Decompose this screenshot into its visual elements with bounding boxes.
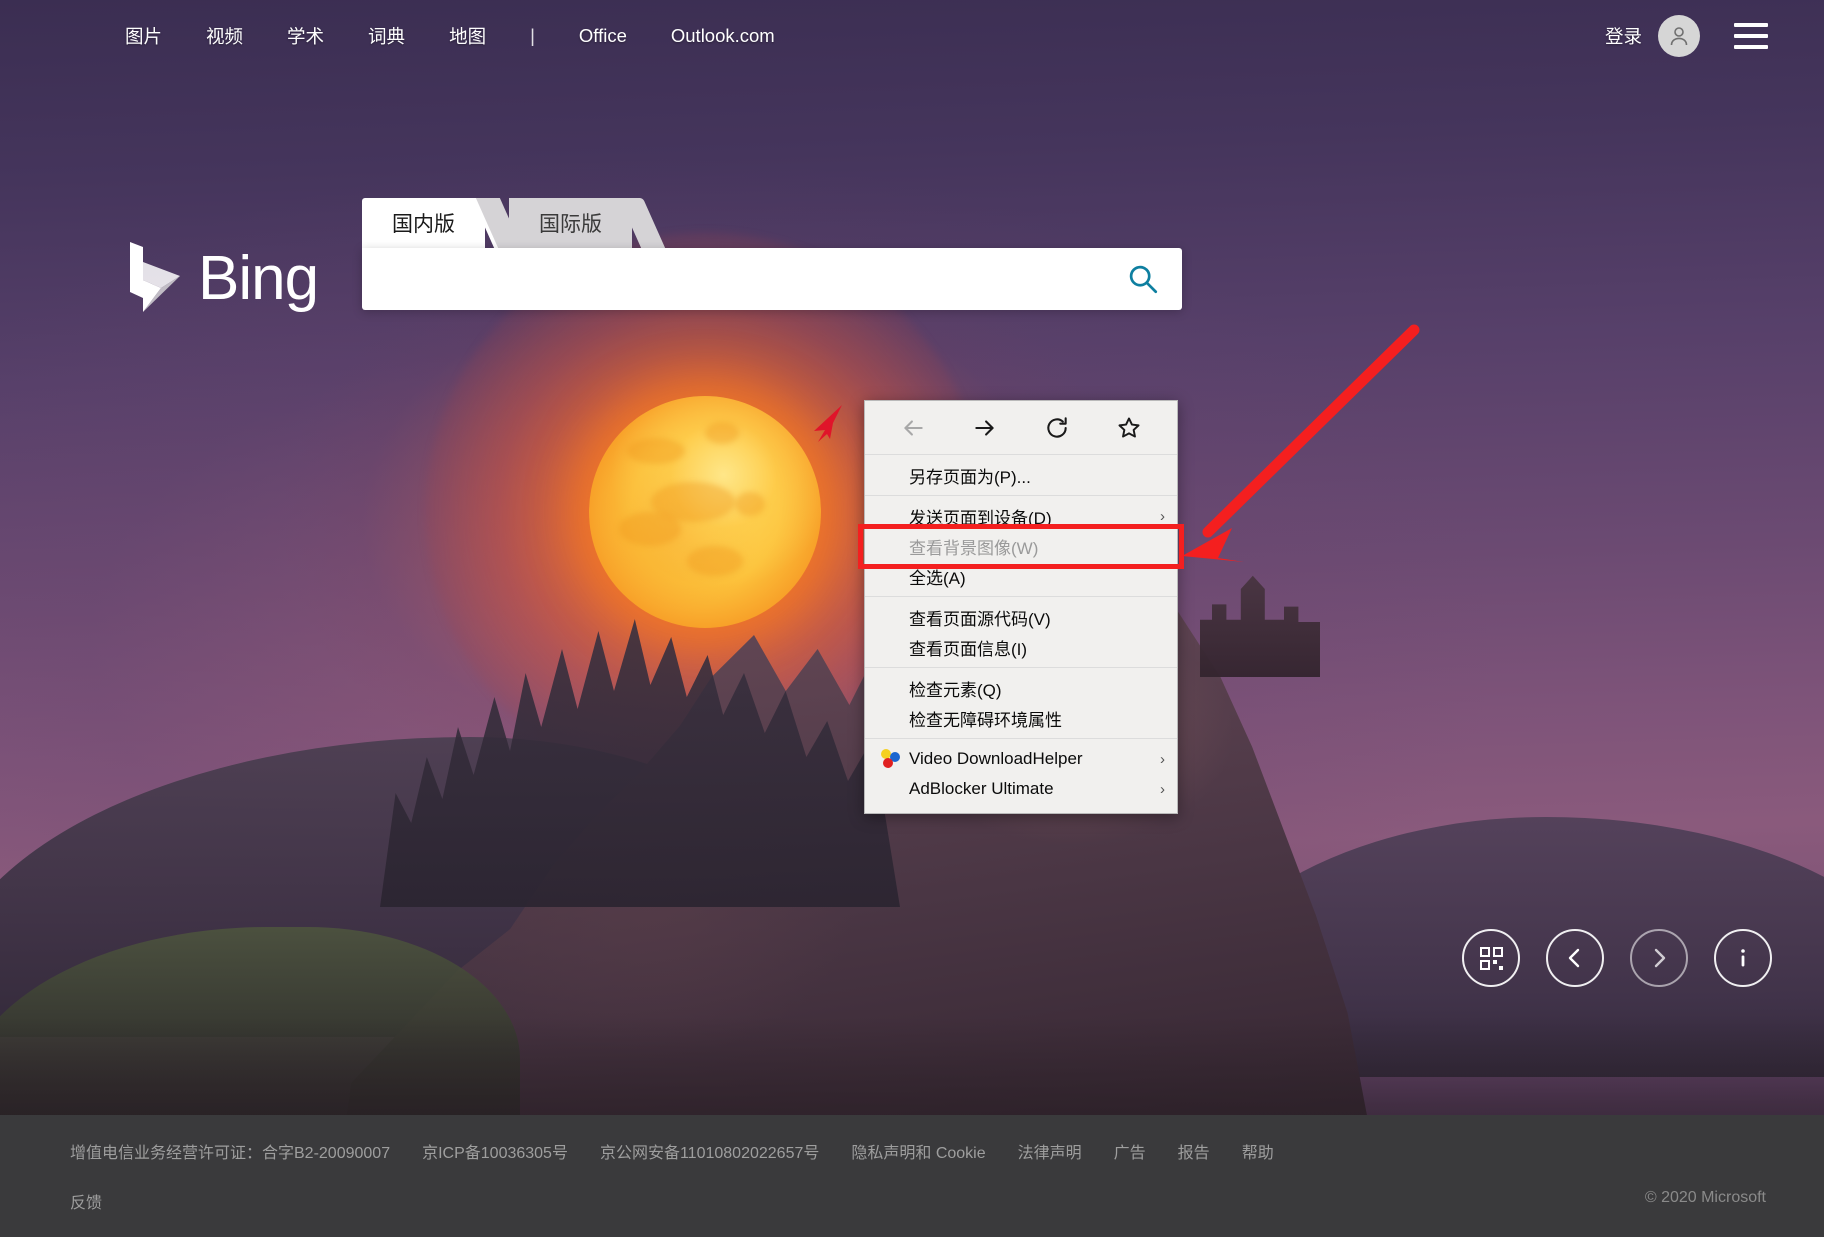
chevron-left-icon — [1568, 948, 1580, 968]
tab-international-label: 国际版 — [539, 213, 602, 236]
footer-advertise[interactable]: 广告 — [1114, 1139, 1146, 1163]
nav-office[interactable]: Office — [579, 25, 627, 47]
footer-public-security[interactable]: 京公网安备11010802022657号 — [600, 1139, 819, 1163]
search-magnifier-icon — [1129, 265, 1158, 294]
bing-logo[interactable]: Bing — [128, 240, 319, 318]
nav-dictionary[interactable]: 词典 — [368, 23, 405, 49]
menu-inspect-accessibility[interactable]: 检查无障碍环境属性 — [865, 703, 1177, 733]
menu-save-page-as[interactable]: 另存页面为(P)... — [865, 460, 1177, 490]
top-navigation-bar: 图片 视频 学术 词典 地图 | Office Outlook.com 登录 — [0, 0, 1824, 72]
menu-video-downloadhelper-label: Video DownloadHelper — [909, 749, 1083, 768]
btn-qr-code[interactable] — [1462, 929, 1520, 987]
footer-help[interactable]: 帮助 — [1242, 1139, 1274, 1163]
nav-links-group: 图片 视频 学术 词典 地图 | Office Outlook.com — [125, 23, 819, 49]
search-bar — [362, 248, 1182, 310]
nav-academic[interactable]: 学术 — [287, 23, 324, 49]
footer-report[interactable]: 报告 — [1178, 1139, 1210, 1163]
footer-legal[interactable]: 法律声明 — [1018, 1139, 1082, 1163]
bing-homepage: 图片 视频 学术 词典 地图 | Office Outlook.com 登录 B… — [0, 0, 1824, 1237]
menu-video-downloadhelper[interactable]: Video DownloadHelper › — [865, 744, 1177, 774]
context-menu-group-2: 发送页面到设备(D) › 查看背景图像(W) 全选(A) — [865, 495, 1177, 596]
footer-telecom-license: 增值电信业务经营许可证：合字B2-20090007 — [70, 1145, 391, 1162]
account-group: 登录 — [1605, 15, 1768, 57]
tab-domestic-label: 国内版 — [392, 213, 455, 236]
search-submit-button[interactable] — [1104, 249, 1182, 309]
menu-view-page-info-label: 查看页面信息(I) — [909, 639, 1028, 659]
nav-videos[interactable]: 视频 — [206, 23, 243, 49]
menu-view-page-source-label: 查看页面源代码(V) — [909, 609, 1051, 629]
search-version-tabs: 国内版 国际版 — [362, 198, 1182, 248]
btn-next-image[interactable] — [1630, 929, 1688, 987]
footer-links-row-1: 增值电信业务经营许可证：合字B2-20090007 京ICP备10036305号… — [70, 1139, 1306, 1163]
moon — [589, 396, 821, 628]
nav-outlook[interactable]: Outlook.com — [671, 25, 775, 47]
footer-privacy-cookies[interactable]: 隐私声明和 Cookie — [851, 1139, 985, 1163]
context-menu-nav-row — [865, 401, 1177, 455]
video-downloadhelper-icon — [881, 749, 901, 769]
menu-adblocker-ultimate-label: AdBlocker Ultimate — [909, 779, 1054, 798]
page-footer: 增值电信业务经营许可证：合字B2-20090007 京ICP备10036305号… — [0, 1115, 1824, 1237]
reload-icon[interactable] — [1034, 408, 1080, 448]
info-icon — [1741, 949, 1745, 967]
context-menu-group-4: 检查元素(Q) 检查无障碍环境属性 — [865, 667, 1177, 738]
adblocker-ultimate-shield-icon — [881, 779, 901, 799]
menu-inspect-accessibility-label: 检查无障碍环境属性 — [909, 710, 1062, 730]
background-image-controls — [1462, 929, 1772, 987]
nav-separator: | — [530, 25, 535, 46]
menu-select-all[interactable]: 全选(A) — [865, 561, 1177, 591]
footer-links-row-2: 反馈 — [70, 1189, 134, 1213]
menu-select-all-label: 全选(A) — [909, 568, 966, 588]
footer-icp[interactable]: 京ICP备10036305号 — [422, 1139, 568, 1163]
menu-view-background-image-label: 查看背景图像(W) — [909, 538, 1039, 558]
context-menu-group-3: 查看页面源代码(V) 查看页面信息(I) — [865, 596, 1177, 667]
menu-view-page-info[interactable]: 查看页面信息(I) — [865, 632, 1177, 662]
back-arrow-icon[interactable] — [890, 408, 936, 448]
tab-domestic[interactable]: 国内版 — [362, 198, 485, 248]
menu-view-background-image: 查看背景图像(W) — [865, 531, 1177, 561]
user-avatar-icon[interactable] — [1658, 15, 1700, 57]
btn-image-info[interactable] — [1714, 929, 1772, 987]
forward-arrow-icon[interactable] — [962, 408, 1008, 448]
search-area: 国内版 国际版 — [362, 198, 1182, 310]
chevron-right-icon: › — [1160, 750, 1165, 768]
browser-context-menu: 另存页面为(P)... 发送页面到设备(D) › 查看背景图像(W) 全选(A)… — [864, 400, 1178, 814]
footer-copyright: © 2020 Microsoft — [1644, 1189, 1766, 1206]
search-input[interactable] — [362, 249, 1104, 309]
menu-send-page-to-device[interactable]: 发送页面到设备(D) › — [865, 501, 1177, 531]
context-menu-group-1: 另存页面为(P)... — [865, 455, 1177, 495]
star-bookmark-icon[interactable] — [1106, 408, 1152, 448]
hamburger-menu-icon[interactable] — [1734, 23, 1768, 49]
chevron-right-icon: › — [1160, 780, 1165, 798]
chevron-right-icon — [1654, 948, 1666, 968]
tab-international[interactable]: 国际版 — [509, 198, 632, 248]
sign-in-link[interactable]: 登录 — [1605, 23, 1642, 49]
menu-send-page-to-device-label: 发送页面到设备(D) — [909, 508, 1052, 528]
menu-view-page-source[interactable]: 查看页面源代码(V) — [865, 602, 1177, 632]
nav-images[interactable]: 图片 — [125, 23, 162, 49]
qr-code-icon — [1479, 946, 1503, 970]
menu-adblocker-ultimate[interactable]: AdBlocker Ultimate › — [865, 774, 1177, 804]
chevron-right-icon: › — [1160, 507, 1165, 525]
context-menu-group-extensions: Video DownloadHelper › AdBlocker Ultimat… — [865, 738, 1177, 809]
menu-inspect-element[interactable]: 检查元素(Q) — [865, 673, 1177, 703]
bing-logo-text: Bing — [198, 244, 319, 313]
menu-inspect-element-label: 检查元素(Q) — [909, 680, 1002, 700]
nav-maps[interactable]: 地图 — [449, 23, 486, 49]
btn-prev-image[interactable] — [1546, 929, 1604, 987]
menu-save-page-as-label: 另存页面为(P)... — [909, 467, 1031, 487]
bing-b-logo-icon — [130, 242, 180, 312]
footer-feedback[interactable]: 反馈 — [70, 1189, 102, 1213]
